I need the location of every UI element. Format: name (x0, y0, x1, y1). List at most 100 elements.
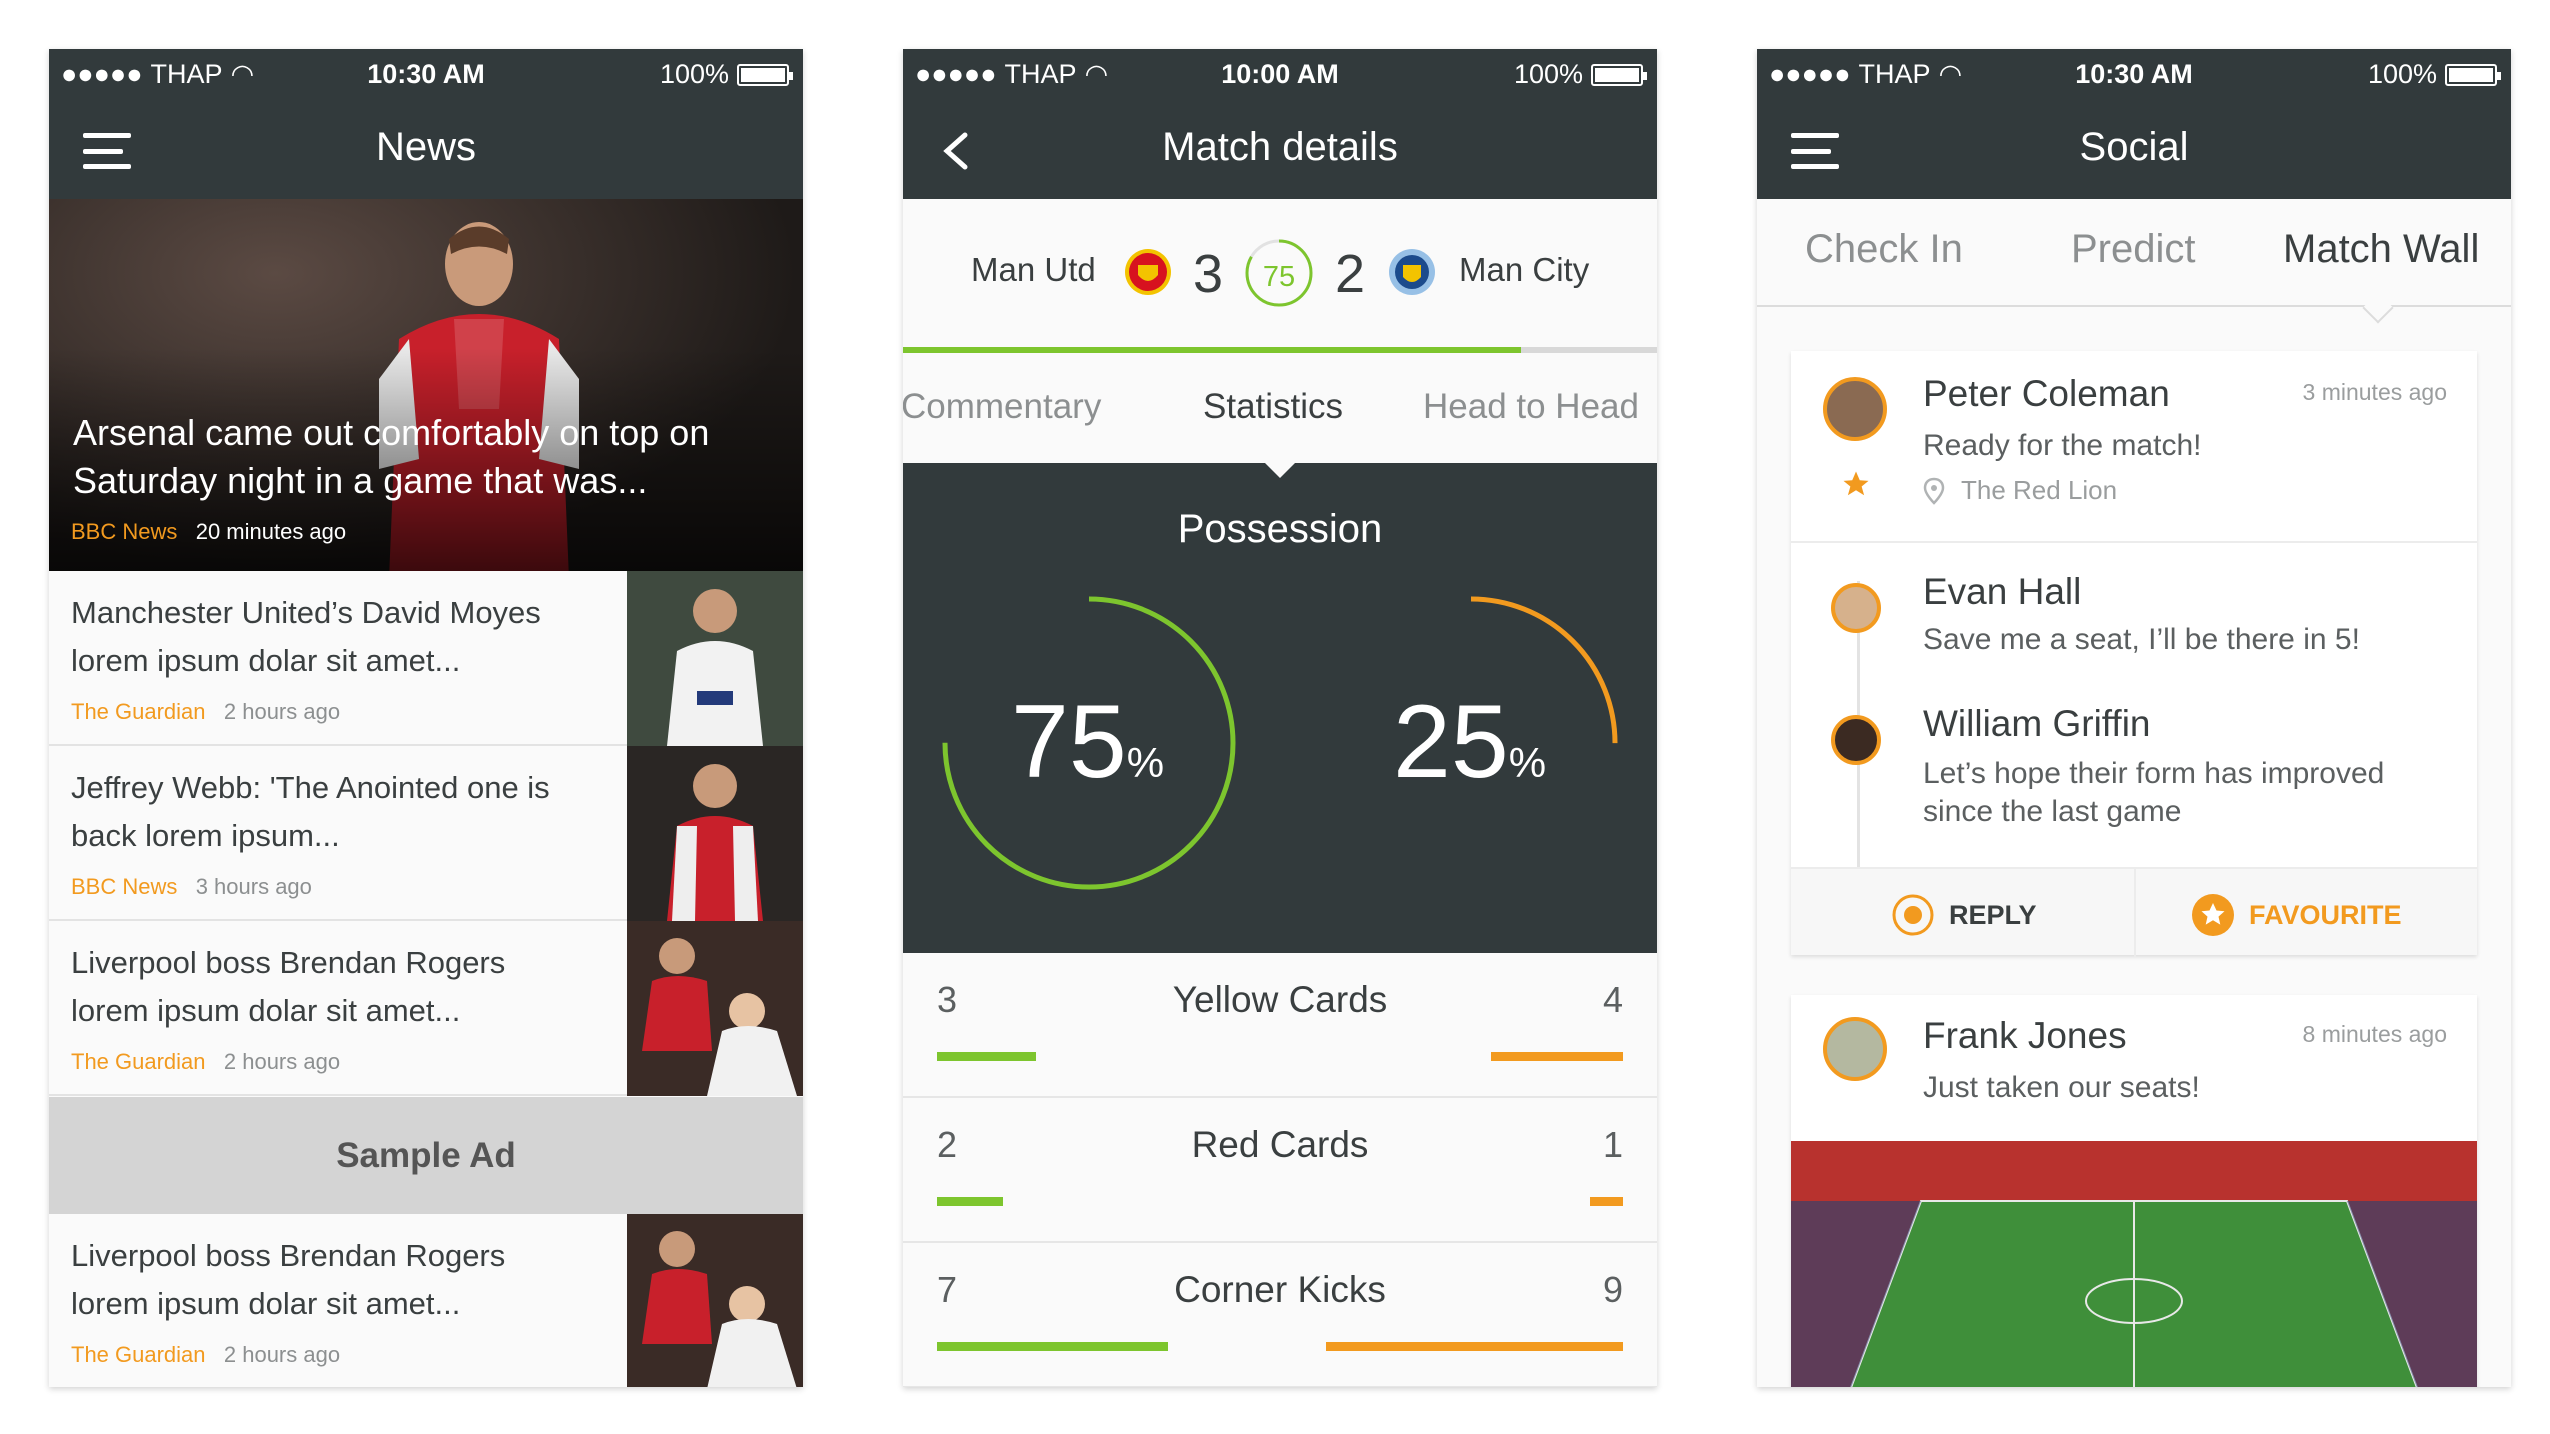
item-headline: Liverpool boss Brendan Rogers lorem ipsu… (71, 945, 506, 1028)
item-meta: The Guardian 2 hours ago (71, 1342, 340, 1368)
battery-status: 100% (2367, 59, 2501, 90)
hero-article[interactable]: Arsenal came out comfortably on top on S… (49, 199, 803, 571)
away-crest-icon (1389, 249, 1435, 295)
battery-percent: 100% (2367, 59, 2437, 89)
post-message: Just taken our seats! (1923, 1071, 2200, 1104)
post-message: since the last game (1923, 795, 2182, 828)
away-possession-number: 25 (1393, 684, 1509, 800)
item-source: The Guardian (71, 1049, 206, 1074)
home-crest-icon (1125, 249, 1171, 295)
item-source: The Guardian (71, 1342, 206, 1367)
status-bar: ●●●●● THAP ◠ 10:30 AM 100% (49, 49, 803, 101)
post-message: Ready for the match! (1923, 429, 2202, 462)
hero-time: 20 minutes ago (195, 519, 347, 544)
item-time: 2 hours ago (223, 1342, 341, 1367)
home-possession-number: 75 (1011, 684, 1127, 800)
tab-check-in[interactable]: Check In (1805, 227, 1963, 272)
item-meta: The Guardian 2 hours ago (71, 1049, 340, 1075)
tab-commentary[interactable]: Commentary (903, 387, 1101, 427)
match-tabs: Commentary Statistics Head to Head (903, 353, 1657, 463)
home-score: 3 (1193, 244, 1224, 304)
percent-sign: % (1508, 739, 1547, 786)
list-item[interactable]: Liverpool boss Brendan Rogers lorem ipsu… (49, 1214, 803, 1387)
status-bar: ●●●●● THAP ◠ 10:30 AM 100% (1757, 49, 2511, 101)
battery-percent: 100% (1513, 59, 1583, 89)
hero-meta: BBC News 20 minutes ago (71, 519, 346, 545)
list-item[interactable]: Manchester United’s David Moyes lorem ip… (49, 571, 803, 746)
match-minute: 75 (1262, 261, 1296, 293)
post-card: Peter Coleman 3 minutes ago Ready for th… (1791, 351, 2477, 957)
away-stat-bar (1491, 1052, 1623, 1061)
away-stat: 9 (1602, 1269, 1623, 1310)
battery-icon (1591, 63, 1647, 86)
item-source: The Guardian (71, 699, 206, 724)
thumbnail-image (627, 921, 803, 1096)
item-meta: BBC News 3 hours ago (71, 874, 312, 900)
item-meta: The Guardian 2 hours ago (71, 699, 340, 725)
battery-icon (737, 63, 793, 86)
away-stat-bar (1326, 1342, 1623, 1351)
news-screen: ●●●●● THAP ◠ 10:30 AM 100% News Arsenal ca… (49, 49, 803, 1387)
battery-status: 100% (1513, 59, 1647, 90)
list-item[interactable]: Jeffrey Webb: 'The Anointed one is back … (49, 746, 803, 921)
tab-indicator (2362, 292, 2394, 324)
item-headline: Jeffrey Webb: 'The Anointed one is back … (71, 770, 550, 853)
stat-label: Corner Kicks (1174, 1269, 1386, 1310)
battery-status: 100% (660, 59, 793, 90)
tab-head-to-head[interactable]: Head to Head (1423, 387, 1639, 427)
post-author[interactable]: Peter Coleman (1923, 373, 2170, 415)
list-item[interactable]: Liverpool boss Brendan Rogers lorem ipsu… (49, 921, 803, 1096)
battery-icon (2445, 63, 2501, 86)
nav-bar: Match details (903, 101, 1657, 199)
sample-ad-banner[interactable]: Sample Ad (49, 1097, 803, 1214)
thumbnail-image (627, 746, 803, 921)
tab-match-wall[interactable]: Match Wall (2283, 227, 2479, 272)
divider (1791, 541, 2477, 543)
post-message: Let’s hope their form has improved (1923, 757, 2385, 790)
avatar[interactable] (1831, 583, 1881, 633)
stat-row-red-cards: 2 Red Cards 1 (903, 1098, 1657, 1243)
nav-bar: News (49, 101, 803, 199)
away-score: 2 (1335, 244, 1366, 304)
stadium-photo[interactable] (1791, 1141, 2477, 1387)
reply-button[interactable]: REPLY (1891, 893, 2037, 937)
status-bar: ●●●●● THAP ◠ 10:00 AM 100% (903, 49, 1657, 101)
thumbnail-image (627, 1214, 803, 1387)
item-time: 2 hours ago (223, 699, 341, 724)
item-headline: Manchester United’s David Moyes lorem ip… (71, 595, 541, 678)
favourite-button[interactable]: FAVOURITE (2191, 893, 2402, 937)
home-stat-bar (937, 1052, 1036, 1061)
tab-statistics[interactable]: Statistics (1203, 387, 1343, 427)
avatar[interactable] (1823, 1017, 1887, 1081)
stat-row-yellow-cards: 3 Yellow Cards 4 (903, 953, 1657, 1098)
away-stat-bar (1590, 1197, 1623, 1206)
hero-headline: Arsenal came out comfortably on top on S… (73, 412, 710, 501)
hero-source: BBC News (71, 519, 178, 544)
tab-predict[interactable]: Predict (2071, 227, 2196, 272)
away-stat: 4 (1602, 979, 1623, 1020)
away-team-name: Man City (1459, 251, 1590, 288)
post-author[interactable]: William Griffin (1923, 703, 2151, 745)
post-time: 8 minutes ago (2302, 1021, 2447, 1047)
stat-label: Yellow Cards (1172, 979, 1388, 1020)
reply-label: REPLY (1949, 899, 2037, 930)
page-title: Match details (1162, 125, 1398, 169)
post-time: 3 minutes ago (2302, 379, 2447, 405)
reply-icon (1892, 894, 1934, 936)
thumbnail-image (627, 571, 803, 746)
post-author[interactable]: Frank Jones (1923, 1015, 2127, 1057)
social-tabs: Check In Predict Match Wall (1757, 199, 2511, 324)
stat-label: Red Cards (1191, 1124, 1369, 1165)
home-stat-bar (937, 1342, 1168, 1351)
avatar[interactable] (1831, 715, 1881, 765)
item-headline: Liverpool boss Brendan Rogers lorem ipsu… (71, 1238, 506, 1321)
post-card: Frank Jones 8 minutes ago Just taken our… (1791, 995, 2477, 1387)
avatar[interactable] (1823, 377, 1887, 441)
percent-sign: % (1126, 739, 1165, 786)
possession-panel: Possession 75% 25% (903, 461, 1657, 953)
away-possession-value: 25% (1393, 683, 1546, 802)
stat-row-corner-kicks: 7 Corner Kicks 9 (903, 1243, 1657, 1387)
post-location[interactable]: The Red Lion (1961, 475, 2117, 506)
post-author[interactable]: Evan Hall (1923, 571, 2081, 613)
scoreboard: Man Utd 3 75 2 Man City (903, 199, 1657, 349)
